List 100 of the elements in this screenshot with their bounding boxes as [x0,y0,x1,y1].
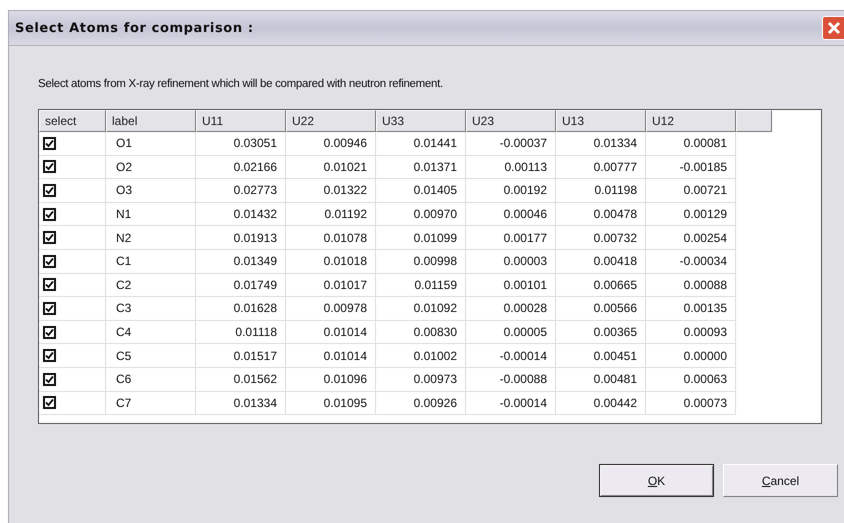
table-cell: 0.01021 [286,156,376,180]
checkbox[interactable] [43,396,56,410]
table-cell: 0.00721 [646,179,736,203]
table-cell: C2 [106,274,196,298]
table-cell: 0.00135 [646,297,736,321]
table-cell: 0.01349 [196,250,286,274]
table-cell: 0.00063 [646,368,736,392]
table-cell: 0.00101 [466,274,556,298]
table-cell: 0.00418 [556,250,646,274]
table-cell: 0.00088 [646,274,736,298]
checkbox[interactable] [43,208,56,221]
table-cell: C6 [106,368,196,392]
table-cell: 0.00081 [646,132,736,156]
table-cell: 0.01517 [196,344,286,368]
table-cell: 0.00254 [646,226,736,250]
table-cell: 0.01334 [556,132,646,156]
column-header[interactable]: label [106,110,196,132]
table-cell: C7 [106,392,196,416]
table-cell: 0.00000 [646,344,736,368]
table-cell: 0.00003 [466,250,556,274]
table-cell: 0.01371 [376,156,466,180]
table-cell: 0.00113 [466,156,556,180]
table-cell: 0.00028 [466,297,556,321]
table-cell: 0.01562 [196,368,286,392]
table-cell: -0.00014 [466,392,556,416]
column-header[interactable]: U23 [466,110,556,132]
table-cell: 0.01095 [286,392,376,416]
table-cell: 0.01198 [556,179,646,203]
table-cell: 0.01334 [196,392,286,416]
table-cell: 0.00365 [556,320,646,344]
table-cell: 0.02773 [196,179,286,203]
table-cell: -0.00037 [466,132,556,156]
table-cell: N2 [106,226,196,250]
table-cell: 0.01322 [286,179,376,203]
table-cell: 0.01099 [376,226,466,250]
table-cell: 0.01118 [196,320,286,344]
table-cell: 0.01092 [376,297,466,321]
table-cell: C5 [106,344,196,368]
table-cell: 0.00970 [376,202,466,226]
table-cell: 0.00998 [376,250,466,274]
column-header[interactable]: U11 [196,110,286,132]
window-title: Select Atoms for comparison : [14,20,254,36]
table-cell: 0.01078 [286,226,376,250]
table-cell: 0.00451 [556,344,646,368]
checkbox[interactable] [43,372,56,386]
table-cell: 0.01017 [286,274,376,298]
instruction-text: Select atoms from X-ray refinement which will be compared with neutron refinement. [38,78,444,90]
checkbox[interactable] [43,160,56,174]
table-cell: N1 [106,202,196,226]
table-cell: 0.00093 [646,320,736,344]
column-header[interactable]: select [39,110,106,132]
table-cell: 0.01159 [376,274,466,298]
ok-button[interactable]: OK [599,464,714,497]
cancel-button[interactable]: Cancel [723,464,838,497]
table-cell: 0.00005 [466,320,556,344]
table-cell: 0.00129 [646,202,736,226]
table-cell: 0.00830 [376,320,466,344]
checkbox[interactable] [43,278,56,292]
table-cell: 0.01096 [286,368,376,392]
table-cell: 0.00926 [376,392,466,416]
table-cell: 0.01441 [376,132,466,156]
table-cell: 0.00073 [646,392,736,416]
checkbox[interactable] [43,302,56,315]
checkbox[interactable] [43,349,56,362]
table-cell: -0.00088 [466,368,556,392]
checkbox[interactable] [43,231,56,244]
table-cell: -0.00185 [646,156,736,180]
table-cell: 0.01014 [286,344,376,368]
table-cell: 0.01192 [286,202,376,226]
table-cell: 0.00732 [556,226,646,250]
table-cell: 0.01018 [286,250,376,274]
close-button[interactable] [822,16,844,40]
column-header[interactable]: U13 [556,110,646,132]
table-cell: 0.00442 [556,392,646,416]
table-cell: 0.01749 [196,274,286,298]
table-cell: 0.03051 [196,132,286,156]
table-cell: 0.00478 [556,202,646,226]
column-header[interactable]: U33 [376,110,466,132]
checkbox[interactable] [43,254,56,268]
table-cell: 0.00946 [286,132,376,156]
column-header[interactable]: U22 [286,110,376,132]
table-cell: 0.00665 [556,274,646,298]
table-cell: C1 [106,250,196,274]
table-cell: 0.00973 [376,368,466,392]
checkbox[interactable] [43,184,56,197]
close-icon [826,21,840,35]
table-cell: 0.00481 [556,368,646,392]
table-cell: C4 [106,320,196,344]
table-cell: -0.00034 [646,250,736,274]
table-cell: 0.00192 [466,179,556,203]
table-cell: 0.01405 [376,179,466,203]
checkbox[interactable] [43,326,56,339]
table-cell: O1 [106,132,196,156]
table-cell: O3 [106,179,196,203]
table-cell: 0.01002 [376,344,466,368]
table-cell: -0.00014 [466,344,556,368]
table-cell: 0.00978 [286,297,376,321]
column-header[interactable]: U12 [646,110,736,132]
checkbox[interactable] [43,136,56,150]
table-cell: 0.01913 [196,226,286,250]
